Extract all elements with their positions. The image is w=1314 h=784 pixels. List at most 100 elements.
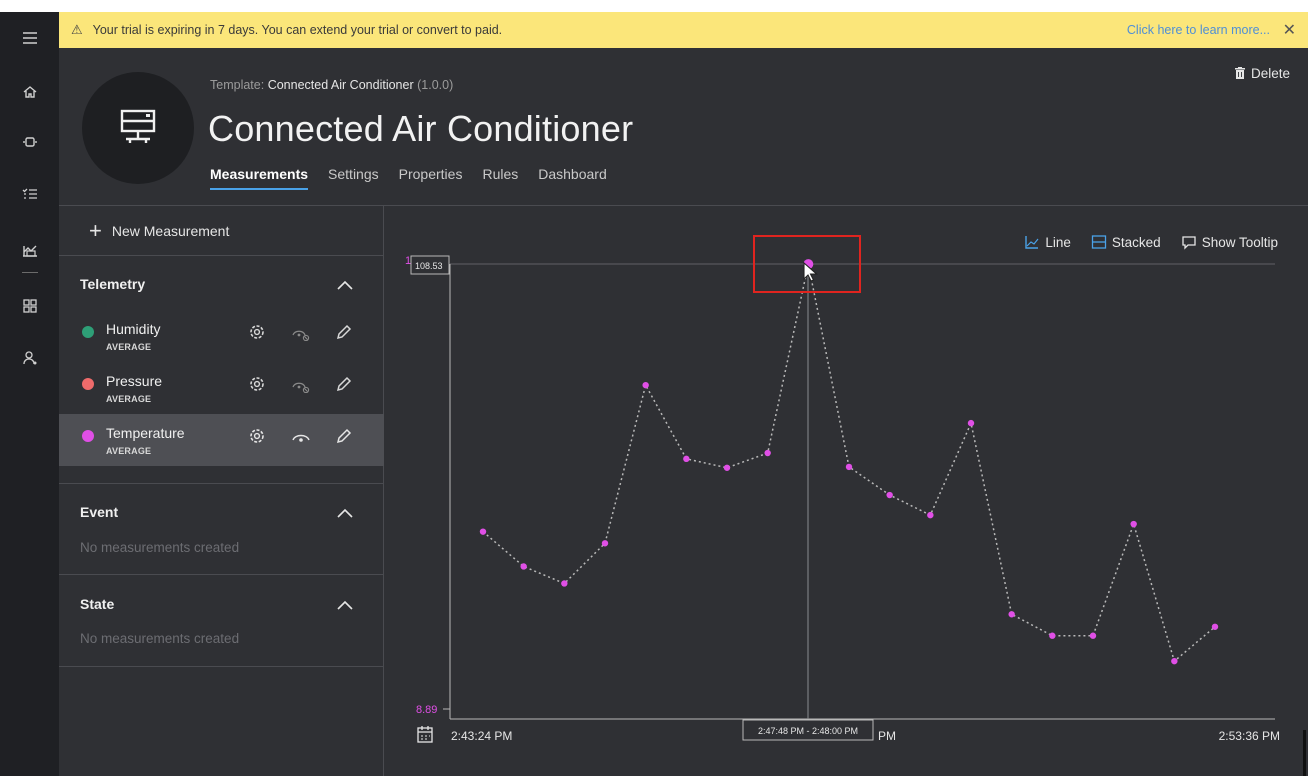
corner-marker [1303,730,1306,776]
data-point[interactable] [1049,632,1056,639]
measurement-row-pressure[interactable]: Pressure AVERAGE [59,362,384,414]
bottom-edge [0,776,1308,784]
hover-range-label: 2:47:48 PM - 2:48:00 PM [758,726,858,736]
hamburger-menu-icon[interactable] [0,20,59,56]
telemetry-title: Telemetry [80,276,146,292]
data-point[interactable] [723,464,731,471]
pressure-color-dot [82,378,94,390]
measurement-name: Humidity [106,321,161,337]
device-icon [120,109,156,143]
state-title: State [80,596,115,612]
measurement-row-humidity[interactable]: Humidity AVERAGE [59,310,384,362]
data-point[interactable] [1211,623,1219,630]
temperature-series [479,259,1219,665]
y-top-label: 1 [405,255,411,267]
measurement-aggregation: AVERAGE [106,394,152,404]
user-admin-icon[interactable] [0,340,59,376]
nav-rail [0,12,59,776]
pencil-icon[interactable] [335,323,353,341]
gear-icon[interactable] [248,375,266,393]
x-start-label: 2:43:24 PM [451,729,512,743]
panel-separator [59,255,384,256]
data-point[interactable] [601,540,609,547]
new-measurement-label: New Measurement [111,223,230,239]
chevron-up-icon[interactable] [335,506,355,520]
data-point[interactable] [764,449,771,457]
panel-separator [59,483,384,484]
tab-rules[interactable]: Rules [482,166,518,190]
app-window: ⚠ Your trial is expiring in 7 days. You … [0,0,1314,784]
data-point[interactable] [1171,657,1178,665]
template-label: Template: [210,78,265,92]
panel-separator [59,666,384,667]
data-point[interactable] [1089,632,1097,639]
event-empty-note: No measurements created [80,540,240,555]
data-point[interactable] [561,580,568,587]
delete-button[interactable]: Delete [1234,66,1290,81]
tab-settings[interactable]: Settings [328,166,379,190]
pencil-icon[interactable] [335,427,353,445]
data-point[interactable] [520,563,527,570]
data-point[interactable] [642,381,649,389]
temperature-color-dot [82,430,94,442]
data-point[interactable] [967,419,975,427]
page-title: Connected Air Conditioner [208,108,634,149]
series-line [482,263,1216,663]
trial-banner: ⚠ Your trial is expiring in 7 days. You … [59,12,1308,48]
new-measurement-button[interactable]: + New Measurement [89,218,230,243]
gear-icon[interactable] [248,427,266,445]
device-tabs: Measurements Settings Properties Rules D… [210,166,627,190]
plus-icon: + [89,218,102,243]
measurement-aggregation: AVERAGE [106,446,152,456]
devices-icon[interactable] [0,124,59,160]
template-version: (1.0.0) [417,78,454,92]
measurement-name: Temperature [106,425,185,441]
state-empty-note: No measurements created [80,631,240,646]
tab-measurements[interactable]: Measurements [210,166,309,190]
gear-icon[interactable] [248,323,266,341]
trial-message: Your trial is expiring in 7 days. You ca… [92,23,503,37]
data-point[interactable] [886,491,893,499]
data-point[interactable] [927,511,934,519]
data-point[interactable] [1130,520,1137,528]
event-title: Event [80,504,119,520]
calendar-icon [417,726,433,743]
chevron-up-icon[interactable] [335,278,355,292]
template-name[interactable]: Connected Air Conditioner [268,78,414,92]
right-edge [1308,12,1314,784]
data-point[interactable] [1008,611,1015,618]
measurement-aggregation: AVERAGE [106,342,152,352]
chevron-up-icon[interactable] [335,598,355,612]
measurements-panel: + New Measurement Telemetry Humidity AVE… [59,206,384,776]
hover-suffix-label: PM [878,729,896,743]
measurement-name: Pressure [106,373,163,389]
rules-list-icon[interactable] [0,176,59,212]
eye-hidden-icon[interactable] [291,377,311,393]
tab-properties[interactable]: Properties [399,166,463,190]
trash-icon [1234,67,1245,79]
rail-separator [22,272,38,273]
pencil-icon[interactable] [335,375,353,393]
app-grid-icon[interactable] [0,288,59,324]
home-icon[interactable] [0,74,59,110]
x-end-label: 2:53:36 PM [1219,729,1280,743]
warning-icon: ⚠ [71,22,83,37]
learn-more-link[interactable]: Click here to learn more... [1127,23,1270,37]
eye-hidden-icon[interactable] [291,325,311,341]
panel-separator [59,574,384,575]
mouse-cursor-icon [803,262,818,282]
data-point[interactable] [479,528,487,535]
device-avatar [82,72,194,184]
template-info: Template: Connected Air Conditioner (1.0… [210,78,453,92]
humidity-color-dot [82,326,94,338]
y-min-label: 8.89 [416,704,437,716]
eye-icon[interactable] [291,429,311,445]
measurement-row-temperature[interactable]: Temperature AVERAGE [59,414,384,466]
top-strip [0,0,1314,12]
data-point[interactable] [683,455,690,463]
analytics-icon[interactable] [0,232,59,268]
close-icon[interactable]: ✕ [1283,20,1296,40]
data-point[interactable] [845,463,853,471]
hover-value-label: 108.53 [415,261,443,271]
tab-dashboard[interactable]: Dashboard [538,166,607,190]
